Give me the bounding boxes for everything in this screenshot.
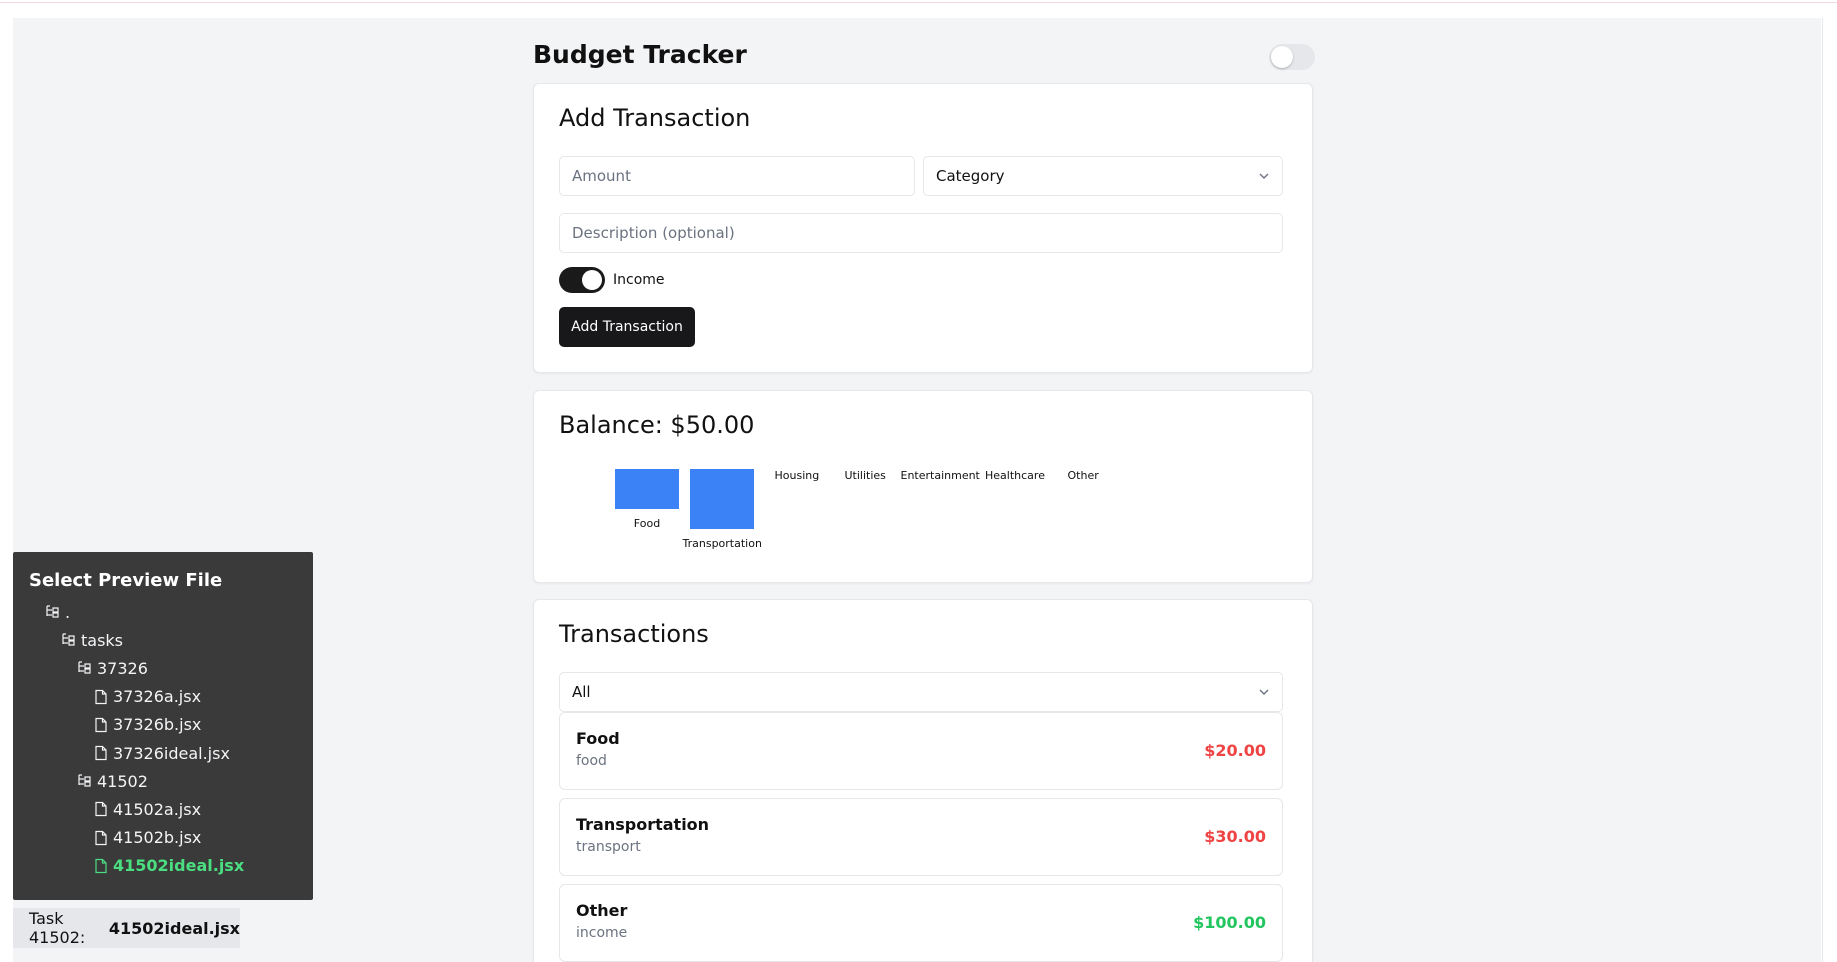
tree-folder[interactable]: tasks [61,628,123,652]
file-icon [93,745,109,761]
transaction-category: transport [576,839,641,855]
bar-label-other: Other [1067,469,1099,482]
tree-folder[interactable]: . [45,600,70,624]
tree-item-label: 41502ideal.jsx [113,856,245,876]
scrollbar[interactable] [1822,18,1837,962]
transaction-category: income [576,925,628,941]
transaction-name: Other [576,901,628,920]
transaction-amount: $20.00 [1204,741,1266,760]
chevron-down-icon [1259,173,1269,179]
category-select-value: Category [936,167,1005,185]
bar-label-entertainment: Entertainment [900,469,980,482]
bar-label-food: Food [633,517,661,530]
chevron-down-icon [1259,689,1269,695]
tree-file[interactable]: 41502a.jsx [93,797,201,821]
tree-item-label: tasks [81,630,124,650]
folder-tree-icon [77,660,93,676]
file-select-panel: Select Preview File . tasks 37326 37326a.js… [13,552,313,900]
tree-item-label: 37326a.jsx [113,687,202,707]
transaction-filter-select[interactable]: All [559,672,1283,712]
transaction-name: Food [576,729,620,748]
add-transaction-button[interactable]: Add Transaction [559,307,695,347]
bar-label-utilities: Utilities [844,469,886,482]
theme-toggle[interactable] [1269,44,1315,70]
income-switch[interactable] [559,267,605,293]
tree-item-label: 37326ideal.jsx [113,743,230,763]
task-label-file: 41502ideal.jsx [108,918,240,938]
tree-item-label: 37326b.jsx [113,715,202,735]
file-icon [93,858,109,874]
income-label: Income [613,272,665,288]
tree-file[interactable]: 37326ideal.jsx [93,741,230,765]
tree-item-label: 41502a.jsx [113,799,202,819]
bar-column-utilities: Utilities [845,469,886,482]
top-border [0,0,1837,3]
bar-column-food: Food [615,469,679,530]
description-input[interactable] [559,213,1283,253]
bar-column-other: Other [1068,469,1099,482]
bar-column-housing: Housing [775,469,820,482]
transactions-title: Transactions [559,620,709,648]
bar-label-housing: Housing [774,469,820,482]
file-icon [93,689,109,705]
tree-item-label: 37326 [97,658,148,678]
income-switch-knob [582,270,602,290]
balance-title: Balance: $50.00 [559,411,755,439]
tree-item-label: . [65,602,71,622]
folder-tree-icon [77,773,93,789]
task-label: Task 41502: 41502ideal.jsx [13,908,240,948]
tree-item-label: 41502 [97,771,148,791]
transaction-row[interactable]: Other income $100.00 [559,884,1283,962]
transaction-row[interactable]: Transportation transport $30.00 [559,798,1283,876]
tree-file[interactable]: 37326b.jsx [93,713,201,737]
panel-title: Select Preview File [29,570,223,591]
transaction-name: Transportation [576,815,710,834]
bar-column-healthcare: Healthcare [985,469,1045,482]
balance-card: Balance: $50.00 Food Transportation Housin… [533,390,1313,583]
folder-tree-icon [61,632,77,648]
bar-label-transportation: Transportation [682,537,762,550]
file-icon [93,830,109,846]
tree-item-label: 41502b.jsx [113,828,202,848]
folder-tree-icon [45,604,61,620]
filter-select-value: All [572,683,591,701]
bar-column-entertainment: Entertainment [901,469,980,482]
tree-file[interactable]: 37326a.jsx [93,685,201,709]
app-header: Budget Tracker [533,38,1315,72]
tree-folder[interactable]: 37326 [77,656,148,680]
tree-file[interactable]: 41502b.jsx [93,826,201,850]
file-icon [93,801,109,817]
add-transaction-title: Add Transaction [559,104,751,132]
category-select[interactable]: Category [923,156,1283,196]
theme-toggle-knob [1271,46,1293,68]
transaction-row[interactable]: Food food $20.00 [559,712,1283,790]
bar-transportation [690,469,755,529]
task-label-prefix: Task 41502: [29,909,86,947]
income-toggle-row: Income [559,267,665,293]
tree-folder[interactable]: 41502 [77,769,148,793]
transaction-category: food [576,753,607,769]
bar-column-transportation: Transportation [683,469,762,550]
file-icon [93,717,109,733]
bar-label-healthcare: Healthcare [985,469,1045,482]
tree-file[interactable]: 41502ideal.jsx [93,854,244,878]
page-title: Budget Tracker [533,40,747,69]
transaction-amount: $30.00 [1204,827,1266,846]
transaction-amount: $100.00 [1193,913,1266,932]
transactions-card: Transactions All Food food $20.00 Transport… [533,599,1313,962]
add-transaction-card: Add Transaction Category Income Add Tran… [533,83,1313,373]
category-bar-chart: Food Transportation Housing Utilities Entert… [559,469,1289,579]
amount-input[interactable] [559,156,915,196]
bar-food [615,469,679,509]
